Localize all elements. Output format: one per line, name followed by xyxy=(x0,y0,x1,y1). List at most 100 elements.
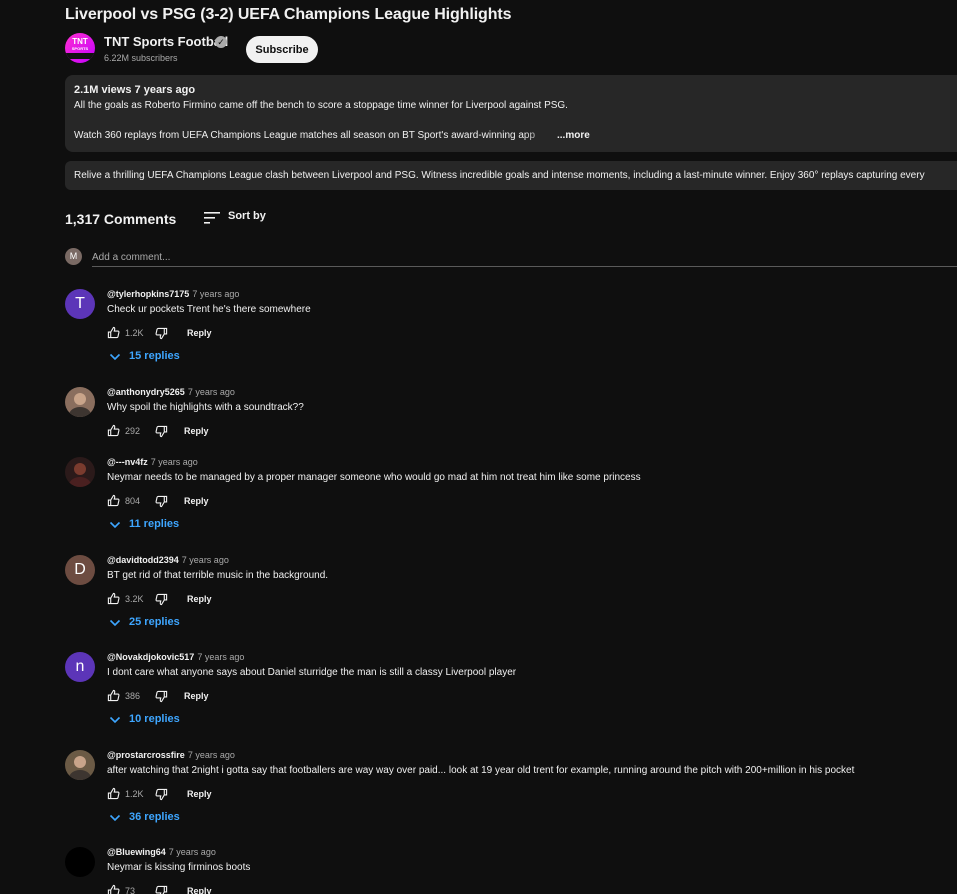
dislike-icon[interactable] xyxy=(155,425,168,438)
chevron-down-icon xyxy=(109,619,121,627)
chevron-down-icon xyxy=(109,353,121,361)
commenter-avatar[interactable]: n xyxy=(65,652,95,682)
reply-button[interactable]: Reply xyxy=(184,496,209,506)
user-avatar: M xyxy=(65,248,82,265)
commenter-avatar[interactable] xyxy=(65,457,95,487)
like-icon[interactable] xyxy=(107,884,120,894)
comment-timestamp[interactable]: 7 years ago xyxy=(182,555,229,565)
avatar-letter: T xyxy=(75,295,85,312)
dislike-icon[interactable] xyxy=(155,690,168,703)
dislike-icon[interactable] xyxy=(155,788,168,801)
commenter-avatar[interactable] xyxy=(65,387,95,417)
commenter-avatar[interactable]: T xyxy=(65,289,95,319)
description-fade xyxy=(523,129,557,143)
comments-count: 1,317 Comments xyxy=(65,211,177,227)
video-title: Liverpool vs PSG (3-2) UEFA Champions Le… xyxy=(65,6,512,23)
channel-name[interactable]: TNT Sports Football xyxy=(104,34,228,49)
comment-author[interactable]: @davidtodd2394 7 years ago xyxy=(107,555,229,565)
comment-text: I dont care what anyone says about Danie… xyxy=(107,667,517,678)
comment-timestamp[interactable]: 7 years ago xyxy=(188,750,235,760)
comment-actions: 73 Reply xyxy=(107,884,307,894)
comment-author[interactable]: @tylerhopkins7175 7 years ago xyxy=(107,289,239,299)
sort-by-button[interactable]: Sort by xyxy=(228,210,266,222)
like-icon[interactable] xyxy=(107,424,120,437)
comment-timestamp[interactable]: 7 years ago xyxy=(192,289,239,299)
like-count: 1.2K xyxy=(125,328,144,338)
reply-button[interactable]: Reply xyxy=(184,691,209,701)
reply-button[interactable]: Reply xyxy=(187,886,212,894)
comment-text: Neymar is kissing firminos boots xyxy=(107,862,251,873)
comment-author-handle[interactable]: @Bluewing64 xyxy=(107,847,166,857)
comment-timestamp[interactable]: 7 years ago xyxy=(197,652,244,662)
comment-author-handle[interactable]: @anthonydry5265 xyxy=(107,387,185,397)
watch-page: Liverpool vs PSG (3-2) UEFA Champions Le… xyxy=(0,0,957,894)
like-icon[interactable] xyxy=(107,689,120,702)
subscriber-count: 6.22M subscribers xyxy=(104,53,178,63)
replies-count: 11 replies xyxy=(129,518,180,530)
view-replies-button[interactable]: 36 replies xyxy=(109,811,229,825)
view-replies-button[interactable]: 11 replies xyxy=(109,518,229,532)
commenter-avatar[interactable] xyxy=(65,750,95,780)
view-replies-button[interactable]: 25 replies xyxy=(109,616,229,630)
comment-actions: 3.2K Reply xyxy=(107,592,307,606)
replies-count: 36 replies xyxy=(129,811,180,823)
view-replies-button[interactable]: 15 replies xyxy=(109,350,229,364)
view-replies-button[interactable]: 10 replies xyxy=(109,713,229,727)
like-icon[interactable] xyxy=(107,326,120,339)
commenter-avatar[interactable] xyxy=(65,847,95,877)
like-count: 73 xyxy=(125,886,136,894)
comment-actions: 292 Reply xyxy=(107,424,307,438)
channel-avatar-logo-text: TNT xyxy=(72,36,88,46)
commenter-avatar[interactable]: D xyxy=(65,555,95,585)
reply-button[interactable]: Reply xyxy=(184,426,209,436)
comment-timestamp[interactable]: 7 years ago xyxy=(188,387,235,397)
reply-button[interactable]: Reply xyxy=(187,328,212,338)
like-icon[interactable] xyxy=(107,494,120,507)
show-more-button[interactable]: ...more xyxy=(557,130,590,141)
like-icon[interactable] xyxy=(107,787,120,800)
avatar-letter: n xyxy=(75,658,85,675)
dislike-icon[interactable] xyxy=(155,495,168,508)
comment-thread: D @davidtodd2394 7 years ago BT get rid of … xyxy=(65,555,957,635)
comment-author-handle[interactable]: @Novakdjokovic517 xyxy=(107,652,194,662)
dislike-icon[interactable] xyxy=(155,327,168,340)
comment-author-handle[interactable]: @davidtodd2394 xyxy=(107,555,179,565)
comment-actions: 804 Reply xyxy=(107,494,307,508)
comment-timestamp[interactable]: 7 years ago xyxy=(151,457,198,467)
comment-thread: @---nv4fz 7 years ago Neymar needs to be m… xyxy=(65,457,957,537)
comment-author-handle[interactable]: @prostarcrossfire xyxy=(107,750,185,760)
comment-author-handle[interactable]: @---nv4fz xyxy=(107,457,148,467)
replies-count: 10 replies xyxy=(129,713,180,725)
dislike-icon[interactable] xyxy=(155,593,168,606)
reply-button[interactable]: Reply xyxy=(187,789,212,799)
avatar-photo xyxy=(69,756,91,780)
like-icon[interactable] xyxy=(107,592,120,605)
add-comment-input[interactable] xyxy=(92,248,957,267)
avatar-photo xyxy=(65,847,95,877)
comment-text: BT get rid of that terrible music in the… xyxy=(107,570,329,581)
comment-actions: 1.2K Reply xyxy=(107,787,307,801)
reply-button[interactable]: Reply xyxy=(187,594,212,604)
comment-author[interactable]: @---nv4fz 7 years ago xyxy=(107,457,198,467)
avatar-photo xyxy=(69,393,91,417)
description-box[interactable]: 2.1M views 7 years ago All the goals as … xyxy=(65,75,957,152)
comment-actions: 1.2K Reply xyxy=(107,326,307,340)
like-count: 3.2K xyxy=(125,594,144,604)
comment-author-handle[interactable]: @tylerhopkins7175 xyxy=(107,289,189,299)
avatar-photo xyxy=(69,463,91,487)
comment-text: after watching that 2night i gotta say t… xyxy=(107,765,855,776)
comment-author[interactable]: @prostarcrossfire 7 years ago xyxy=(107,750,235,760)
verified-icon: ✓ xyxy=(215,36,227,48)
comment-author[interactable]: @anthonydry5265 7 years ago xyxy=(107,387,235,397)
subscribe-button[interactable]: Subscribe xyxy=(246,36,318,63)
channel-avatar[interactable]: TNT SPORTS xyxy=(65,33,95,63)
comment-thread: @anthonydry5265 7 years ago Why spoil the … xyxy=(65,387,957,443)
comment-author[interactable]: @Novakdjokovic517 7 years ago xyxy=(107,652,244,662)
chevron-down-icon xyxy=(109,814,121,822)
dislike-icon[interactable] xyxy=(155,885,168,894)
comment-timestamp[interactable]: 7 years ago xyxy=(169,847,216,857)
description-text-line: Watch 360 replays from UEFA Champions Le… xyxy=(74,130,536,141)
like-count: 292 xyxy=(125,426,141,436)
comment-author[interactable]: @Bluewing64 7 years ago xyxy=(107,847,216,857)
sort-icon[interactable] xyxy=(204,211,220,225)
